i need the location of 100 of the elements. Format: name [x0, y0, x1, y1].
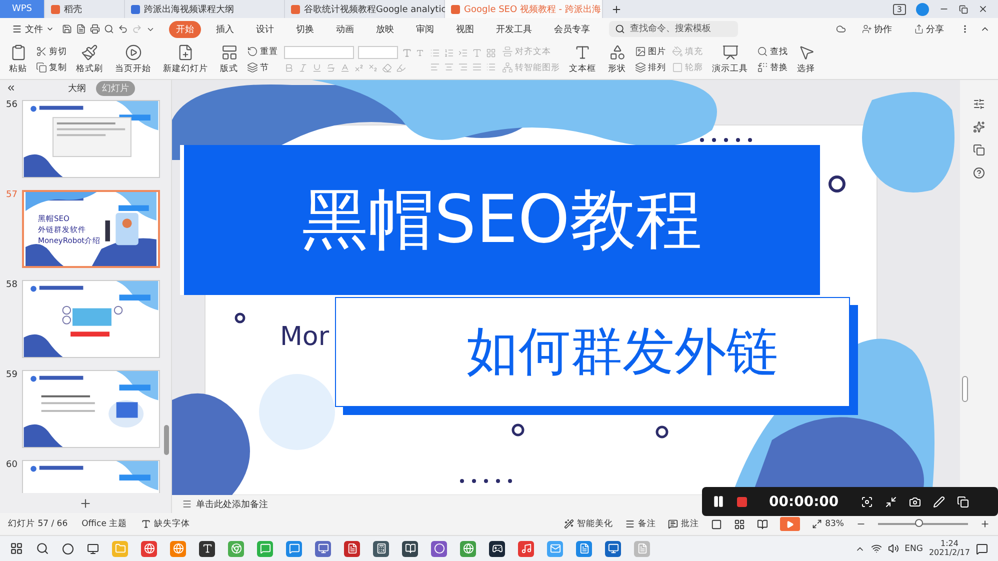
start-icon[interactable] [10, 542, 23, 555]
document-icon[interactable] [576, 540, 592, 556]
desktop-icon[interactable] [87, 542, 99, 554]
ribbon-button[interactable]: 形状 [605, 44, 629, 75]
clock[interactable]: 1:24 2021/2/17 [928, 540, 970, 558]
window-count-badge[interactable]: 3 [892, 4, 906, 14]
collapse-panel-icon[interactable] [6, 83, 16, 93]
view-tab[interactable]: 大纲 [62, 80, 92, 96]
settings-icon[interactable] [973, 98, 985, 110]
ribbon-button[interactable]: 查找 [757, 46, 788, 58]
help-icon[interactable] [973, 167, 985, 179]
ribbon-button[interactable]: 当页开始 [112, 44, 154, 75]
text-icon[interactable] [199, 540, 215, 556]
file-icon[interactable] [344, 540, 360, 556]
ribbon-button[interactable]: 演示工具 [709, 44, 751, 75]
command-search-field[interactable]: 查找命令、搜索模板 [609, 21, 738, 37]
export-icon[interactable] [76, 24, 86, 34]
gamepad-icon[interactable] [489, 540, 505, 556]
normal-view-icon[interactable] [711, 518, 722, 530]
ribbon-button[interactable]: 格式刷 [73, 44, 106, 75]
music-icon[interactable] [518, 540, 534, 556]
ribbon-tab[interactable]: 视图 [449, 20, 481, 38]
ribbon-tab[interactable]: 会员专享 [547, 20, 597, 38]
ribbon-tab[interactable]: 开发工具 [489, 20, 539, 38]
ribbon-button[interactable]: 替换 [757, 62, 788, 74]
copy-icon[interactable] [973, 144, 985, 156]
shrink-icon[interactable] [884, 496, 897, 508]
ribbon-button[interactable]: 粘贴 [6, 44, 30, 75]
monitor-icon[interactable] [315, 540, 331, 556]
ribbon-button[interactable]: 选择 [794, 44, 818, 75]
save-icon[interactable] [62, 24, 72, 34]
restore-icon[interactable] [959, 4, 968, 14]
book-icon[interactable] [402, 540, 418, 556]
slideshow-button[interactable] [780, 517, 800, 531]
undo-icon[interactable] [118, 24, 128, 34]
new-tab-icon[interactable] [611, 4, 622, 14]
ribbon-button[interactable]: 排列 [635, 62, 666, 74]
beautify-button[interactable]: 智能美化 [564, 518, 614, 530]
ribbon-button[interactable]: 重置 [247, 46, 278, 58]
close-icon[interactable] [978, 4, 988, 14]
notification-icon[interactable] [976, 542, 988, 554]
ribbon-button[interactable]: 剪切 [36, 46, 67, 58]
missing-fonts-button[interactable]: 缺失字体 [141, 518, 190, 530]
window-icon[interactable] [956, 496, 969, 508]
toolbar-button[interactable]: 协作 [856, 22, 898, 36]
font-color-icon[interactable] [340, 63, 350, 73]
language-indicator[interactable]: ENG [904, 544, 923, 554]
scissors-icon [36, 46, 47, 57]
cloud-icon[interactable] [836, 24, 846, 34]
calculator-icon[interactable] [373, 540, 389, 556]
focus-icon[interactable] [860, 496, 873, 508]
reading-view-icon[interactable] [757, 518, 768, 530]
ribbon-button[interactable]: 新建幻灯片 [160, 44, 211, 75]
file-menu[interactable]: 文件 [8, 22, 58, 36]
search-icon[interactable] [36, 542, 49, 555]
globe-icon[interactable] [141, 540, 157, 556]
ribbon-button[interactable]: 节 [247, 62, 278, 74]
computer-icon[interactable] [605, 540, 621, 556]
message-icon[interactable] [286, 540, 302, 556]
preview-icon[interactable] [104, 24, 114, 34]
mail-icon[interactable] [547, 540, 563, 556]
chrome-icon[interactable] [228, 540, 244, 556]
task-view-icon[interactable] [62, 542, 74, 554]
print-icon[interactable] [90, 24, 100, 34]
avatar-icon[interactable] [916, 2, 929, 16]
ribbon-button[interactable]: 图片 [635, 46, 666, 58]
ribbon-tab[interactable]: 审阅 [409, 20, 441, 38]
ribbon-tab[interactable]: 放映 [369, 20, 401, 38]
wifi-icon[interactable] [870, 543, 882, 554]
ribbon-button[interactable]: 版式 [217, 44, 241, 75]
ribbon-button[interactable]: 文本框 [566, 44, 599, 75]
ribbon-tab[interactable]: 切换 [289, 20, 321, 38]
ribbon-tab[interactable]: 插入 [209, 20, 241, 38]
circle-icon[interactable] [431, 540, 447, 556]
document-icon [51, 4, 60, 14]
notes-placeholder[interactable]: 单击此处添加备注 [196, 498, 268, 510]
document-tab[interactable]: WPS [0, 0, 45, 18]
zoom-button[interactable]: 83% [812, 519, 844, 529]
scrollbar-thumb[interactable] [962, 376, 968, 402]
comments-button[interactable]: 批注 [668, 518, 700, 530]
stop-icon[interactable] [737, 496, 747, 506]
font-size-field[interactable] [358, 46, 398, 59]
volume-icon[interactable] [888, 543, 899, 554]
pen-icon[interactable] [932, 496, 945, 508]
grid-view-icon[interactable] [734, 518, 746, 530]
camera-icon[interactable] [908, 496, 921, 508]
font-name-field[interactable] [284, 46, 354, 59]
ribbon-button[interactable]: 复制 [36, 62, 67, 74]
zoom-in-icon[interactable] [980, 519, 990, 529]
toolbar-button[interactable]: 分享 [908, 22, 950, 36]
ribbon-tab[interactable]: 设计 [249, 20, 281, 38]
pause-icon[interactable] [712, 495, 725, 508]
notes-button[interactable]: 备注 [625, 518, 656, 530]
globe-icon[interactable] [460, 540, 476, 556]
chat-icon[interactable] [257, 540, 273, 556]
ribbon-tab[interactable]: 动画 [329, 20, 361, 38]
sparkle-icon[interactable] [973, 121, 985, 133]
scrollbar-thumb[interactable] [164, 425, 169, 455]
slider-thumb[interactable] [914, 519, 922, 527]
browser-icon[interactable] [170, 540, 186, 556]
